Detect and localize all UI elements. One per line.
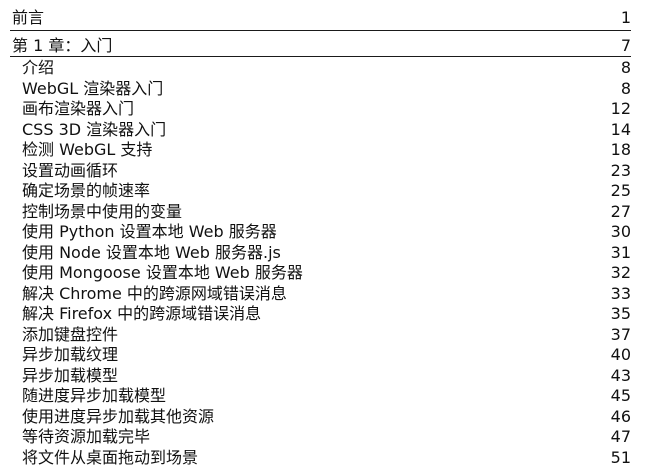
toc-section-title: 添加键盘控件 [22,324,119,344]
toc-section-page: 40 [610,345,631,364]
toc-section-page: 8 [620,58,631,77]
toc-section-title: 使用进度异步加载其他资源 [22,406,215,426]
toc-section-entry[interactable]: 画布渲染器入门 12 [0,99,657,119]
toc-section-entry[interactable]: CSS 3D 渲染器入门 14 [0,120,657,140]
toc-section-title: CSS 3D 渲染器入门 [22,119,167,139]
toc-section-title: 随进度异步加载模型 [22,386,167,405]
toc-entry-page: 1 [620,8,631,27]
toc-section-page: 51 [610,447,631,467]
toc-section-page: 45 [610,386,631,405]
toc-section-title: 使用 Python 设置本地 Web 服务器 [22,222,277,241]
chapter-divider [10,56,631,57]
toc-section-entry[interactable]: 解决 Firefox 中的跨源域错误消息 35 [0,304,657,324]
toc-section-title: 设置动画循环 [22,160,119,180]
toc-section-page: 46 [610,406,631,426]
toc-section-entry[interactable]: 检测 WebGL 支持 18 [0,140,657,160]
toc-section-title: 解决 Chrome 中的跨源网域错误消息 [22,283,287,303]
toc-entry-title: 前言 [12,8,45,27]
toc-section-title: 解决 Firefox 中的跨源域错误消息 [22,304,262,323]
toc-section-title: 使用 Mongoose 设置本地 Web 服务器 [22,263,303,282]
toc-section-page: 31 [610,242,631,262]
toc-section-title: 异步加载纹理 [22,345,119,364]
toc-section-page: 35 [610,304,631,323]
toc-entry-title: 第 1 章：入门 [12,36,113,55]
toc-section-page: 47 [610,427,631,446]
toc-section-entry[interactable]: 异步加载纹理 40 [0,345,657,365]
toc-section-title: 控制场景中使用的变量 [22,201,183,221]
toc-section-title: 异步加载模型 [22,365,119,385]
toc-section-title: 确定场景的帧速率 [22,181,151,200]
toc-section-page: 33 [610,283,631,303]
toc-entry-page: 7 [620,36,631,55]
toc-section-page: 43 [610,365,631,385]
preface-divider [10,30,631,31]
toc-section-title: 画布渲染器入门 [22,99,135,118]
toc-section-entry[interactable]: 等待资源加载完毕 47 [0,427,657,447]
toc-section-entry[interactable]: 将文件从桌面拖动到场景 51 [0,448,657,468]
toc-section-page: 12 [610,99,631,118]
toc-section-title: WebGL 渲染器入门 [22,78,164,98]
toc-section-page: 27 [610,201,631,221]
toc-section-title: 使用 Node 设置本地 Web 服务器.js [22,242,281,262]
toc-section-title: 等待资源加载完毕 [22,427,151,446]
toc-section-page: 30 [610,222,631,241]
toc-section-entry[interactable]: 确定场景的帧速率 25 [0,181,657,201]
toc-section-entry[interactable]: 控制场景中使用的变量 27 [0,202,657,222]
toc-section-page: 14 [610,119,631,139]
toc-entry-preface[interactable]: 前言 1 [0,8,657,28]
toc-section-title: 将文件从桌面拖动到场景 [22,447,199,467]
toc-section-entry[interactable]: WebGL 渲染器入门 8 [0,79,657,99]
toc-section-title: 介绍 [22,58,55,77]
toc-section-entry[interactable]: 异步加载模型 43 [0,366,657,386]
toc-section-entry[interactable]: 解决 Chrome 中的跨源网域错误消息 33 [0,284,657,304]
toc-section-page: 25 [610,181,631,200]
toc-section-entry[interactable]: 设置动画循环 23 [0,161,657,181]
toc-section-entry[interactable]: 随进度异步加载模型 45 [0,386,657,406]
toc-section-entry[interactable]: 使用 Python 设置本地 Web 服务器 30 [0,222,657,242]
toc-section-entry[interactable]: 添加键盘控件 37 [0,325,657,345]
toc-section-page: 18 [610,140,631,159]
toc-section-entry[interactable]: 介绍 8 [0,58,657,78]
toc-section-entry[interactable]: 使用 Mongoose 设置本地 Web 服务器 32 [0,263,657,283]
toc-section-page: 23 [610,160,631,180]
toc-section-page: 37 [610,324,631,344]
toc-entry-chapter[interactable]: 第 1 章：入门 7 [0,36,657,56]
toc-section-entry[interactable]: 使用进度异步加载其他资源 46 [0,407,657,427]
toc-section-title: 检测 WebGL 支持 [22,140,153,159]
toc-section-entry[interactable]: 使用 Node 设置本地 Web 服务器.js 31 [0,243,657,263]
toc-section-page: 8 [620,78,631,98]
toc-section-page: 32 [610,263,631,282]
